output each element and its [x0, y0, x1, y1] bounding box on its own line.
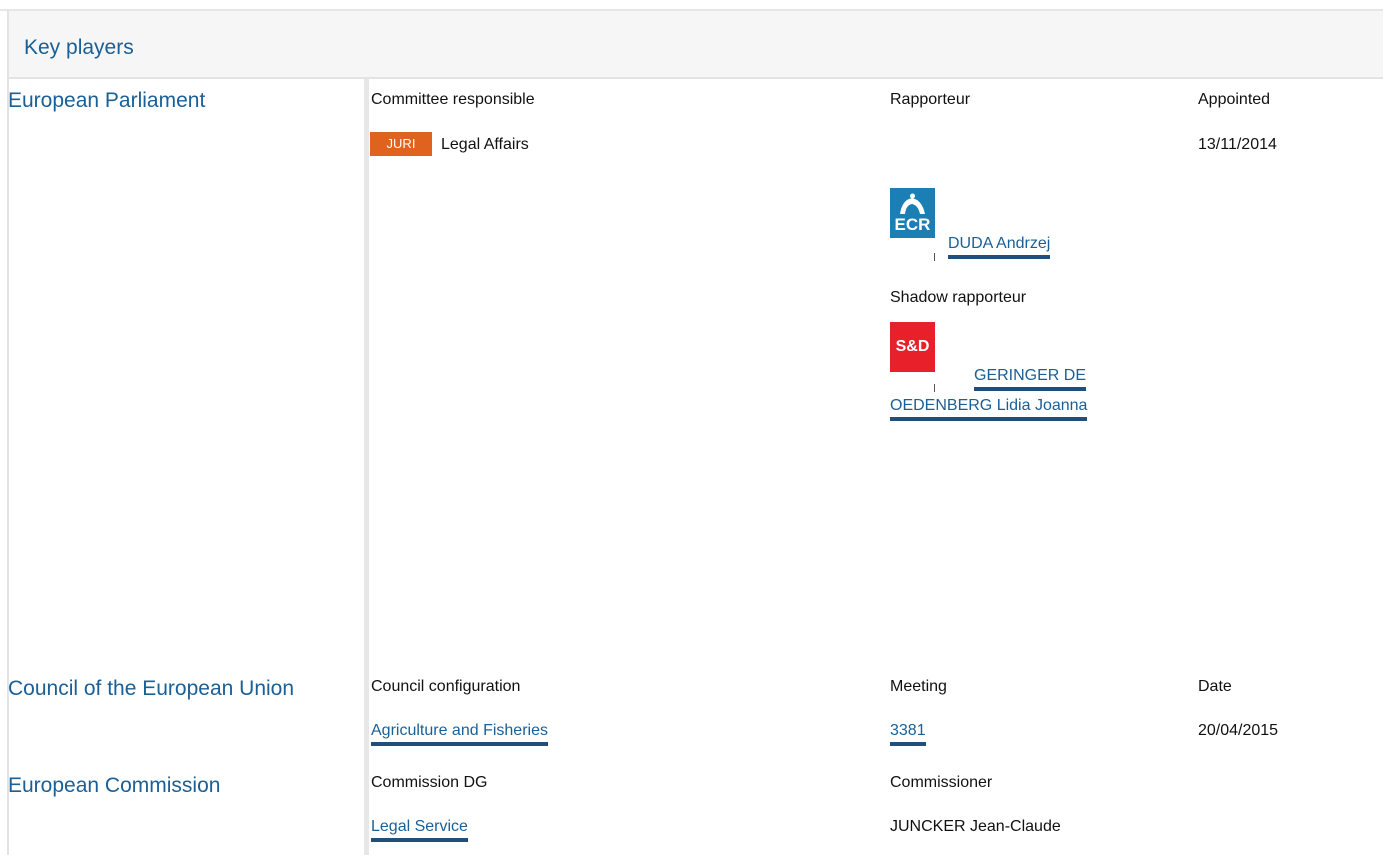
council-date: 20/04/2015	[1198, 722, 1279, 739]
column-divider	[364, 79, 369, 855]
institution-commission: European Commission	[8, 774, 221, 797]
key-players-header	[7, 11, 1383, 79]
link-underline	[371, 838, 468, 842]
committee-badge-juri: JURI	[370, 132, 432, 156]
rapporteur-link[interactable]: DUDA Andrzej	[948, 234, 1051, 259]
meeting-label: Meeting	[890, 678, 947, 695]
tick-mark	[934, 253, 935, 261]
left-border	[7, 79, 9, 855]
institution-council: Council of the European Union	[8, 677, 295, 700]
appointed-date: 13/11/2014	[1198, 136, 1277, 153]
meeting-number: 3381	[890, 722, 926, 739]
configuration-name: Agriculture and Fisheries	[371, 722, 548, 739]
commission-dg-link[interactable]: Legal Service	[371, 817, 468, 842]
sd-group-logo: S&D	[890, 322, 935, 372]
link-underline	[371, 742, 548, 746]
sd-logo-text: S&D	[895, 338, 930, 355]
ecr-logo-text: ECR	[894, 215, 931, 234]
tick-mark	[934, 384, 935, 392]
rapporteur-name: DUDA Andrzej	[948, 235, 1051, 252]
ecr-group-logo: ECR	[890, 188, 935, 238]
committee-name: Legal Affairs	[441, 136, 529, 153]
committee-responsible-label: Committee responsible	[371, 91, 535, 108]
link-underline	[948, 255, 1051, 259]
commission-dg-label: Commission DG	[371, 774, 488, 791]
date-label: Date	[1198, 678, 1232, 695]
council-configuration-link[interactable]: Agriculture and Fisheries	[371, 721, 548, 746]
link-underline	[890, 742, 926, 746]
shadow-rapporteur-link-line2[interactable]: OEDENBERG Lidia Joanna	[890, 396, 1088, 421]
shadow-rapporteur-link-line1[interactable]: GERINGER DE	[974, 366, 1087, 391]
link-underline	[974, 387, 1087, 391]
shadow-name-line2: OEDENBERG Lidia Joanna	[890, 397, 1088, 414]
shadow-rapporteur-label: Shadow rapporteur	[890, 289, 1027, 306]
rapporteur-label: Rapporteur	[890, 91, 971, 108]
commissioner-label: Commissioner	[890, 774, 993, 791]
section-title: Key players	[24, 36, 134, 59]
commissioner-name: JUNCKER Jean-Claude	[890, 818, 1061, 835]
institution-parliament: European Parliament	[8, 89, 206, 112]
link-underline	[890, 417, 1088, 421]
council-configuration-label: Council configuration	[371, 678, 521, 695]
shadow-name-line1: GERINGER DE	[974, 367, 1087, 384]
meeting-link[interactable]: 3381	[890, 721, 926, 746]
appointed-label: Appointed	[1198, 91, 1271, 108]
dg-name: Legal Service	[371, 818, 468, 835]
